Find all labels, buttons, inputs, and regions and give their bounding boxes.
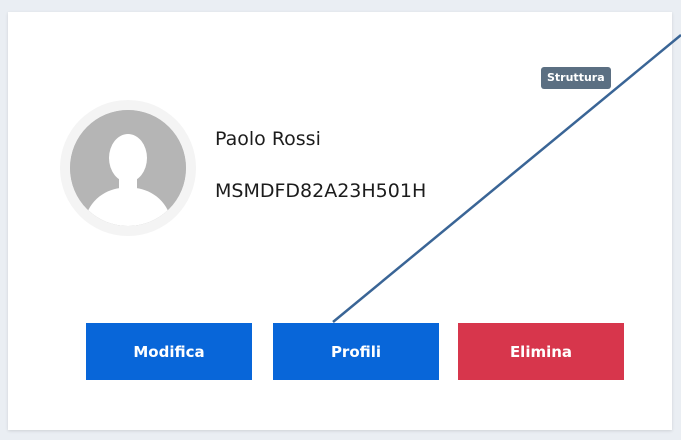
user-fiscal-code: MSMDFD82A23H501H xyxy=(215,180,427,202)
role-badge: Struttura xyxy=(541,67,611,89)
delete-button[interactable]: Elimina xyxy=(458,323,624,380)
profiles-button[interactable]: Profili xyxy=(273,323,439,380)
user-name: Paolo Rossi xyxy=(215,128,321,150)
edit-button[interactable]: Modifica xyxy=(86,323,252,380)
user-silhouette-icon xyxy=(70,110,186,226)
user-card: Struttura Paolo Rossi MSMDFD82A23H501H M… xyxy=(8,12,672,430)
avatar xyxy=(60,100,196,236)
